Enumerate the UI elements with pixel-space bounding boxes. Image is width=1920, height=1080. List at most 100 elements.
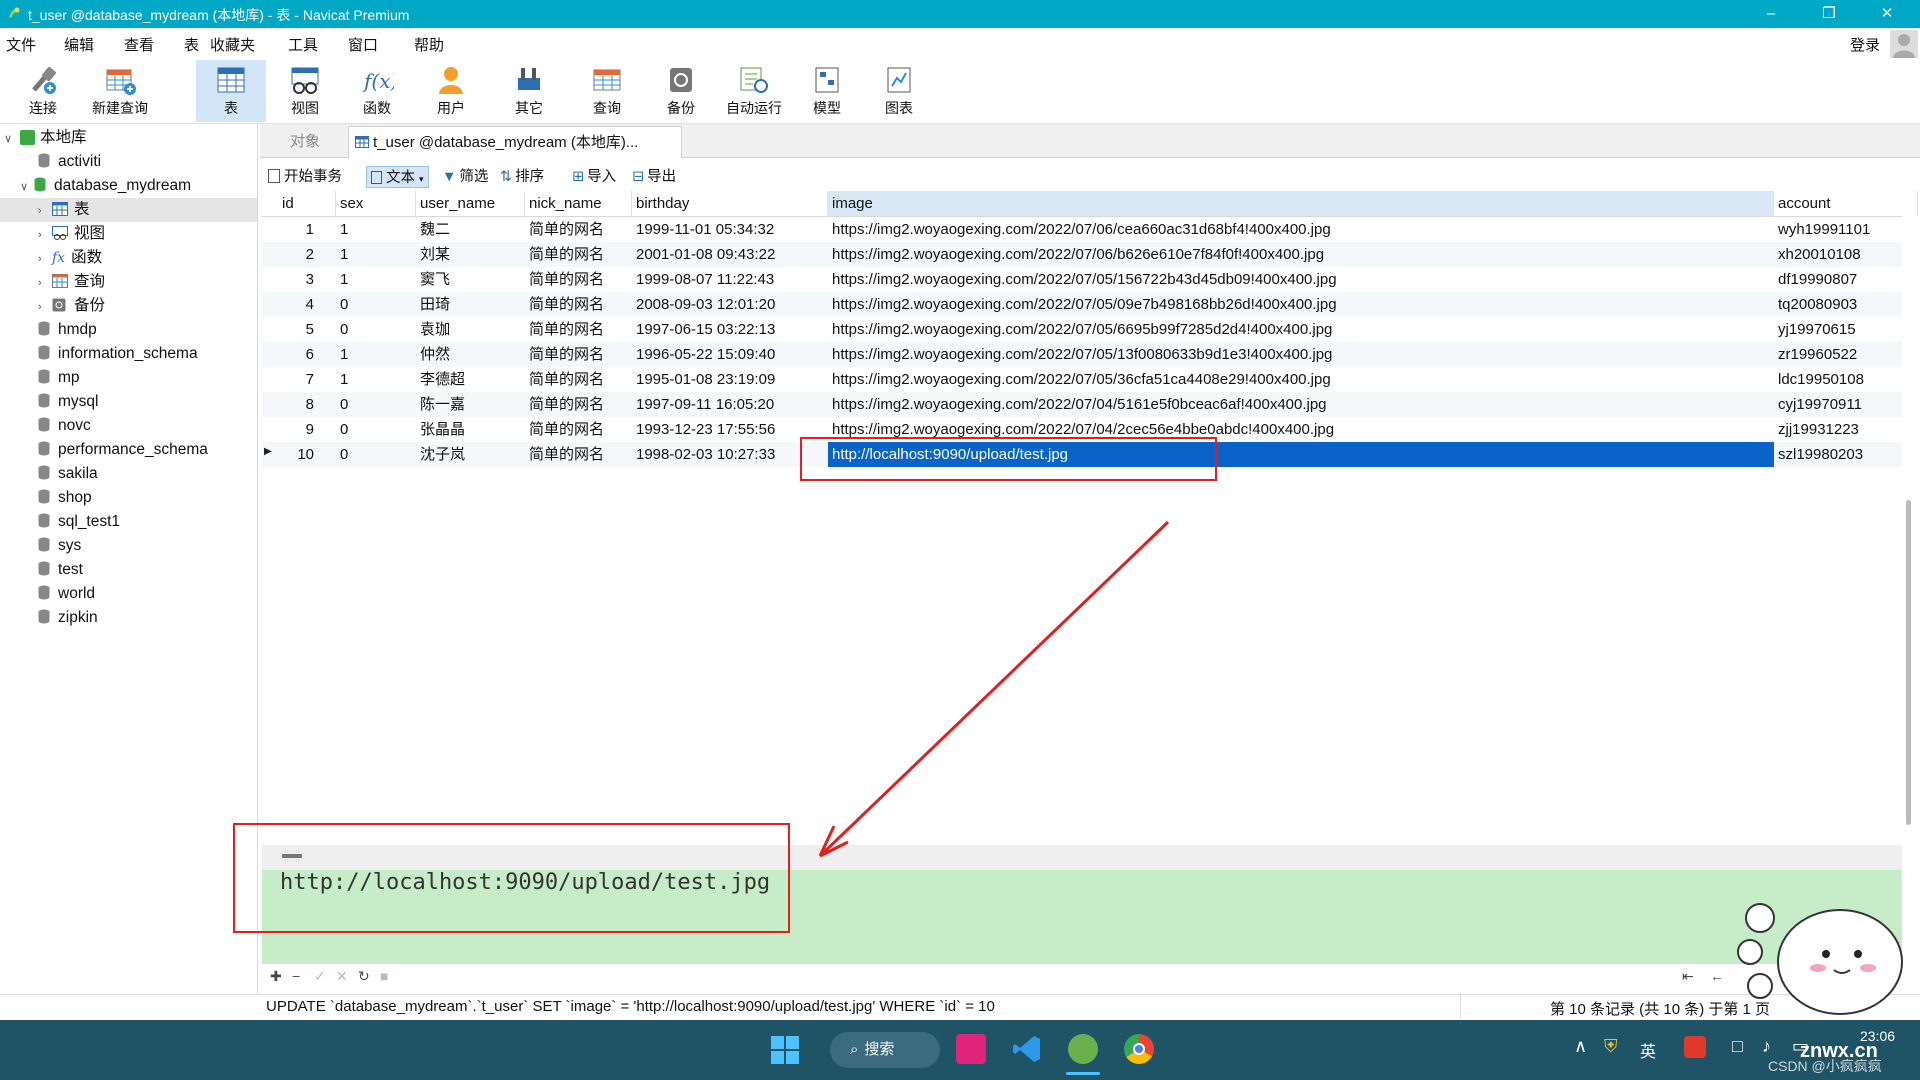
user-avatar[interactable] <box>1890 30 1918 58</box>
cell-nick-name[interactable]: 简单的网名 <box>525 392 632 417</box>
cell-id[interactable]: 5 <box>278 317 320 342</box>
auto-run-button[interactable]: 自动运行 <box>718 60 790 122</box>
cell-image[interactable]: https://img2.woyaogexing.com/2022/07/06/… <box>828 242 1774 267</box>
tree-node-queries[interactable]: › 查询 <box>38 270 105 294</box>
text-view-button[interactable]: 文本 ▾ <box>366 166 429 188</box>
tree-db-hmdp[interactable]: hmdp <box>38 318 97 342</box>
tree-db-mysql[interactable]: mysql <box>38 390 98 414</box>
cell-user-name[interactable]: 仲然 <box>416 342 525 367</box>
cell-user-name[interactable]: 李德超 <box>416 367 525 392</box>
start-button[interactable] <box>770 1035 800 1065</box>
backup-button[interactable]: 备份 <box>646 60 716 122</box>
cell-birthday[interactable]: 2001-01-08 09:43:22 <box>632 242 828 267</box>
cell-image[interactable]: https://img2.woyaogexing.com/2022/07/05/… <box>828 317 1774 342</box>
cell-id[interactable]: 3 <box>278 267 320 292</box>
tree-db-zipkin[interactable]: zipkin <box>38 606 98 630</box>
tree-root[interactable]: ∨ 本地库 <box>4 126 87 150</box>
cell-image[interactable]: https://img2.woyaogexing.com/2022/07/05/… <box>828 367 1774 392</box>
stop-icon[interactable]: ■ <box>380 968 388 984</box>
user-button[interactable]: 用户 <box>416 60 486 122</box>
cell-birthday[interactable]: 1996-05-22 15:09:40 <box>632 342 828 367</box>
cell-nick-name[interactable]: 简单的网名 <box>525 342 632 367</box>
security-icon[interactable]: ⛨ <box>1604 1036 1618 1057</box>
cell-birthday[interactable]: 1993-12-23 17:55:56 <box>632 417 828 442</box>
cell-sex[interactable]: 0 <box>336 317 416 342</box>
tree-db-database-mydream[interactable]: ∨ database_mydream <box>20 174 191 198</box>
menu-favorites[interactable]: 收藏夹 <box>210 34 255 55</box>
import-button[interactable]: ⊞ 导入 <box>572 166 616 188</box>
login-link[interactable]: 登录 <box>1850 34 1880 55</box>
menu-view[interactable]: 查看 <box>124 34 154 55</box>
tree-db-sql-test1[interactable]: sql_test1 <box>38 510 120 534</box>
cell-id[interactable]: 8 <box>278 392 320 417</box>
cell-image[interactable]: https://img2.woyaogexing.com/2022/07/04/… <box>828 392 1774 417</box>
cell-account[interactable]: xh20010108 <box>1774 242 1918 267</box>
menu-window[interactable]: 窗口 <box>348 34 378 55</box>
tree-db-test[interactable]: test <box>38 558 83 582</box>
cell-id[interactable]: 4 <box>278 292 320 317</box>
cell-birthday[interactable]: 1999-08-07 11:22:43 <box>632 267 828 292</box>
tree-node-functions[interactable]: › fx 函数 <box>38 246 102 270</box>
cell-user-name[interactable]: 刘某 <box>416 242 525 267</box>
tree-db-novc[interactable]: novc <box>38 414 91 438</box>
cell-user-name[interactable]: 窦飞 <box>416 267 525 292</box>
cell-image[interactable]: https://img2.woyaogexing.com/2022/07/05/… <box>828 292 1774 317</box>
menu-help[interactable]: 帮助 <box>414 34 444 55</box>
cell-sex[interactable]: 0 <box>336 417 416 442</box>
cell-sex[interactable]: 1 <box>336 367 416 392</box>
first-page-icon[interactable]: ⇤ <box>1682 968 1694 985</box>
tree-db-performance-schema[interactable]: performance_schema <box>38 438 208 462</box>
cell-id[interactable]: 7 <box>278 367 320 392</box>
cell-nick-name[interactable]: 简单的网名 <box>525 442 632 467</box>
tab-t-user[interactable]: t_user @database_mydream (本地库)... <box>348 126 682 158</box>
cell-nick-name[interactable]: 简单的网名 <box>525 292 632 317</box>
tray-expand-icon[interactable]: ∧ <box>1574 1036 1587 1057</box>
minimize-button[interactable]: – <box>1748 0 1794 28</box>
cell-birthday[interactable]: 1995-01-08 23:19:09 <box>632 367 828 392</box>
cell-id[interactable]: 2 <box>278 242 320 267</box>
volume-icon[interactable]: ♪ <box>1762 1036 1771 1057</box>
tree-db-shop[interactable]: shop <box>38 486 92 510</box>
tree-node-tables[interactable]: › 表 <box>0 198 257 222</box>
cell-user-name[interactable]: 张晶晶 <box>416 417 525 442</box>
ime-indicator[interactable]: 英 <box>1640 1038 1656 1062</box>
column-header-id[interactable]: id <box>278 191 336 216</box>
cell-sex[interactable]: 1 <box>336 217 416 242</box>
cell-user-name[interactable]: 袁珈 <box>416 317 525 342</box>
refresh-icon[interactable]: ↻ <box>358 968 370 985</box>
previous-page-icon[interactable]: ← <box>1710 968 1724 984</box>
cell-image[interactable]: https://img2.woyaogexing.com/2022/07/06/… <box>828 217 1774 242</box>
model-button[interactable]: 模型 <box>792 60 862 122</box>
tree-db-information-schema[interactable]: information_schema <box>38 342 198 366</box>
search-box[interactable]: ⌕ 搜索 <box>830 1032 940 1068</box>
sort-button[interactable]: ⇅ 排序 <box>500 166 544 188</box>
table-button[interactable]: 表 <box>196 60 266 122</box>
cell-sex[interactable]: 0 <box>336 292 416 317</box>
tree-db-sys[interactable]: sys <box>38 534 81 558</box>
cell-birthday[interactable]: 1999-11-01 05:34:32 <box>632 217 828 242</box>
cell-user-name[interactable]: 沈子岚 <box>416 442 525 467</box>
connect-button[interactable]: 连接 <box>8 60 78 122</box>
cell-id[interactable]: 10 <box>278 442 320 467</box>
add-record-icon[interactable]: ✚ <box>270 968 282 985</box>
cell-sex[interactable]: 1 <box>336 342 416 367</box>
cell-user-name[interactable]: 魏二 <box>416 217 525 242</box>
cell-image[interactable]: https://img2.woyaogexing.com/2022/07/05/… <box>828 342 1774 367</box>
menu-file[interactable]: 文件 <box>6 34 36 55</box>
cell-birthday[interactable]: 1997-09-11 16:05:20 <box>632 392 828 417</box>
cell-sex[interactable]: 1 <box>336 242 416 267</box>
other-button[interactable]: 其它 <box>494 60 564 122</box>
view-button[interactable]: 视图 <box>270 60 340 122</box>
cell-sex[interactable]: 0 <box>336 442 416 467</box>
menu-edit[interactable]: 编辑 <box>64 34 94 55</box>
cell-account[interactable]: tq20080903 <box>1774 292 1918 317</box>
tree-db-mp[interactable]: mp <box>38 366 80 390</box>
close-button[interactable]: ✕ <box>1864 0 1910 28</box>
cell-account[interactable]: df19990807 <box>1774 267 1918 292</box>
cell-nick-name[interactable]: 简单的网名 <box>525 367 632 392</box>
cell-id[interactable]: 6 <box>278 342 320 367</box>
cell-sex[interactable]: 1 <box>336 267 416 292</box>
chart-button[interactable]: 图表 <box>864 60 934 122</box>
cell-nick-name[interactable]: 简单的网名 <box>525 242 632 267</box>
cell-id[interactable]: 9 <box>278 417 320 442</box>
